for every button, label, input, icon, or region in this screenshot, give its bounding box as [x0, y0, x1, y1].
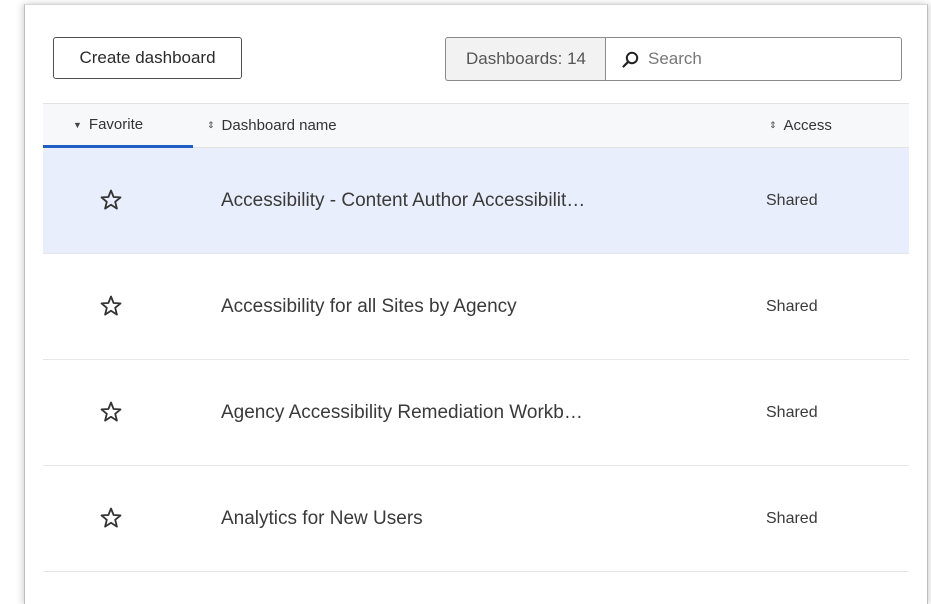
access-value: Shared: [766, 509, 818, 527]
column-header-dashboard-name[interactable]: ⇕ Dashboard name: [207, 104, 337, 147]
column-header-access-label: Access: [783, 117, 832, 134]
table-row[interactable]: Accessibility for all Sites by Agency Sh…: [43, 254, 909, 360]
dashboard-name[interactable]: Agency Accessibility Remediation Workb…: [221, 360, 583, 465]
search-input[interactable]: [648, 49, 878, 69]
dashboard-name[interactable]: Accessibility for all Sites by Agency: [221, 254, 517, 359]
sort-icon: ⇕: [769, 120, 777, 130]
column-header-name-label: Dashboard name: [221, 117, 337, 134]
star-outline-icon[interactable]: [99, 188, 123, 212]
dashboard-name[interactable]: Analytics for New Users: [221, 466, 423, 571]
dashboard-name[interactable]: Accessibility - Content Author Accessibi…: [221, 148, 585, 253]
sort-icon: ⇕: [207, 120, 215, 130]
dashboards-panel: Create dashboard Dashboards: 14 ▼ Favori…: [24, 4, 928, 604]
access-value: Shared: [766, 191, 818, 209]
create-dashboard-button[interactable]: Create dashboard: [53, 37, 242, 79]
table-row[interactable]: Analytics for New Users Shared: [43, 466, 909, 572]
access-value: Shared: [766, 297, 818, 315]
table-header: ▼ Favorite ⇕ Dashboard name ⇕ Access: [43, 103, 909, 148]
access-value: Shared: [766, 403, 818, 421]
sort-descending-icon: ▼: [73, 119, 82, 130]
table-row[interactable]: Accessibility - Content Author Accessibi…: [43, 148, 909, 254]
table-row[interactable]: Agency Accessibility Remediation Workb… …: [43, 360, 909, 466]
star-outline-icon[interactable]: [99, 294, 123, 318]
search-box[interactable]: [605, 37, 902, 81]
star-outline-icon[interactable]: [99, 400, 123, 424]
column-header-access[interactable]: ⇕ Access: [769, 104, 832, 147]
dashboard-count: Dashboards: 14: [445, 37, 606, 81]
column-header-favorite[interactable]: ▼ Favorite: [43, 104, 193, 148]
search-icon: [622, 51, 639, 68]
star-outline-icon[interactable]: [99, 506, 123, 530]
column-header-favorite-label: Favorite: [88, 116, 144, 133]
